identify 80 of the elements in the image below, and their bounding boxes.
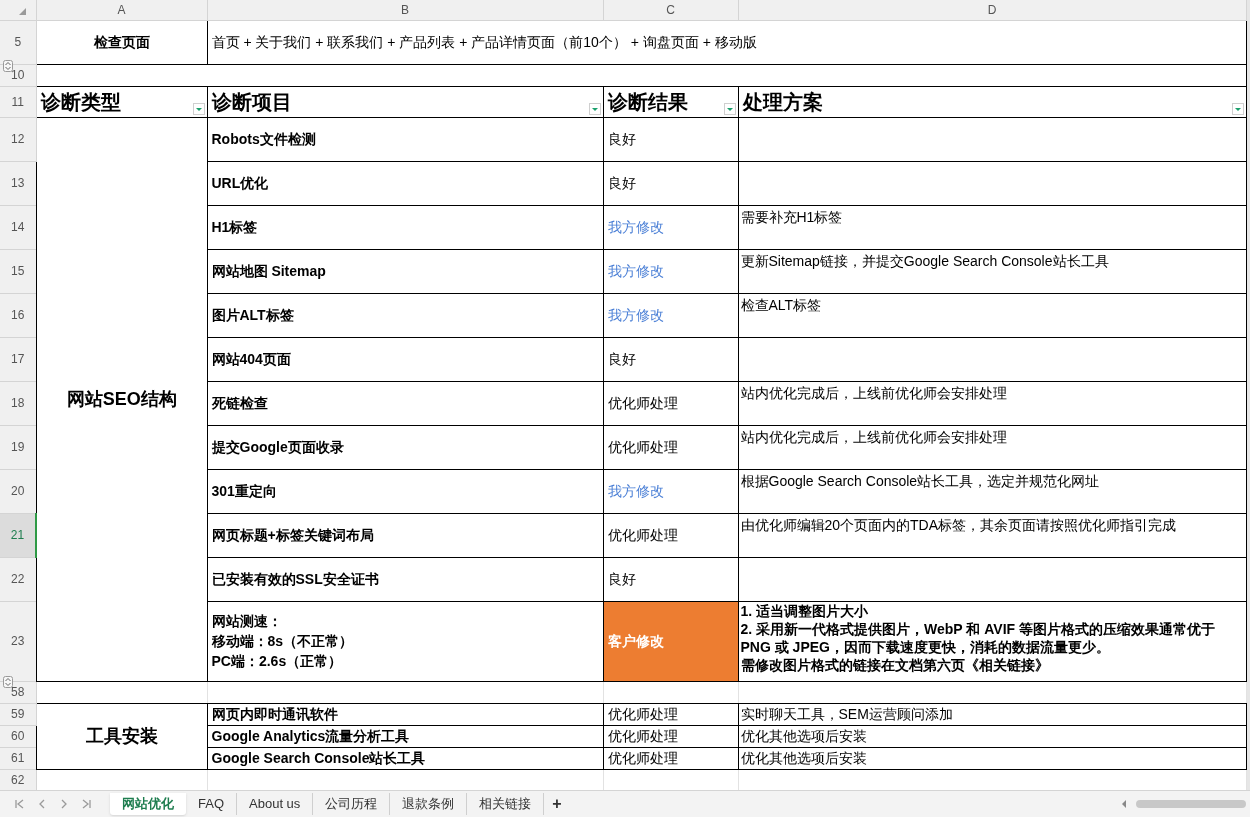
cell-text: 301重定向	[211, 482, 278, 501]
table-cell: 首页 + 关于我们 + 联系我们 + 产品列表 + 产品详情页面（前10个） + 询盘页面 + 移动版	[207, 20, 1246, 64]
cell-text: 站内优化完成后，上线前优化师会安排处理	[740, 383, 1008, 402]
sheet-tab[interactable]: 公司历程	[313, 793, 391, 815]
cell-text: 根据Google Search Console站长工具，选定并规范化网址	[740, 471, 1101, 490]
row-number[interactable]: 13	[0, 161, 36, 205]
cell-text: 图片ALT标签	[211, 306, 295, 325]
cell-text: 提交Google页面收录	[211, 438, 345, 457]
table-cell: 良好	[603, 117, 738, 161]
column-heading: 诊断类型	[40, 90, 121, 113]
cell-text: 死链检查	[211, 394, 269, 413]
cell-text: 检查ALT标签	[740, 295, 823, 314]
table-cell: 优化师处理	[603, 513, 738, 557]
cell-text: 已安装有效的SSL安全证书	[211, 570, 380, 589]
cell-text: 由优化师编辑20个页面内的TDA标签，其余页面请按照优化师指引完成	[740, 515, 1178, 534]
cell-text: 网站测速：	[211, 612, 283, 631]
cell-text: PC端：2.6s（正常）	[211, 652, 344, 671]
table-cell: 我方修改	[603, 249, 738, 293]
sheet-tab[interactable]: About us	[237, 793, 314, 815]
cell-text: 网页内即时通讯软件	[211, 705, 339, 724]
table-cell: 优化师处理	[603, 425, 738, 469]
table-cell: 优化师处理	[603, 381, 738, 425]
add-sheet-button[interactable]: +	[544, 792, 570, 816]
table-cell: 我方修改	[603, 469, 738, 513]
sheet-tab[interactable]: FAQ	[186, 793, 237, 815]
cell-text: Google Analytics流量分析工具	[211, 727, 411, 746]
cell-text: 更新Sitemap链接，并提交Google Search Console站长工具	[740, 251, 1110, 270]
table-cell: 我方修改	[603, 205, 738, 249]
row-number[interactable]: 61	[0, 747, 36, 769]
row-number[interactable]: 14	[0, 205, 36, 249]
row-number[interactable]: 11	[0, 86, 36, 117]
row-number[interactable]: 16	[0, 293, 36, 337]
row-number[interactable]: 62	[0, 769, 36, 791]
column-heading: 处理方案	[742, 90, 823, 113]
sheet-tab[interactable]: 退款条例	[390, 793, 468, 815]
sheet-tab[interactable]: 网站优化	[110, 793, 186, 815]
row-number[interactable]: 19	[0, 425, 36, 469]
cell-text: 需修改图片格式的链接在文档第六页《相关链接》	[740, 655, 1050, 674]
row-number[interactable]: 60	[0, 725, 36, 747]
cell-text: 1. 适当调整图片大小	[740, 601, 870, 620]
row-number[interactable]: 22	[0, 557, 36, 601]
cell-text: Google Search Console站长工具	[211, 749, 427, 768]
column-header[interactable]: C	[603, 0, 738, 20]
row-number[interactable]: 5	[0, 20, 36, 64]
cell-text: 移动端：8s（不正常）	[211, 632, 355, 651]
cell-text: 站内优化完成后，上线前优化师会安排处理	[740, 427, 1008, 446]
table-cell: 优化师处理	[603, 725, 738, 747]
cell-text: URL优化	[211, 174, 270, 193]
cell-text: 需要补充H1标签	[740, 207, 844, 226]
cell-text: 网站404页面	[211, 350, 292, 369]
table-cell: 我方修改	[603, 293, 738, 337]
table-cell: 良好	[603, 161, 738, 205]
table-cell: 优化师处理	[603, 747, 738, 769]
column-header[interactable]: A	[36, 0, 207, 20]
cell-text: 网站地图 Sitemap	[211, 262, 327, 281]
cell-text: Robots文件检测	[211, 130, 317, 149]
table-cell: 客户修改	[603, 601, 738, 681]
cell-text: 2. 采用新一代格式提供图片，WebP 和 AVIF 等图片格式的压缩效果通常优于 PNG 或 JPEG，因而下载速度更快，消耗的数据流量更少。	[740, 619, 1216, 656]
row-number[interactable]: 59	[0, 703, 36, 725]
row-number[interactable]: 17	[0, 337, 36, 381]
column-heading: 诊断项目	[211, 90, 292, 113]
cell-text: 优化其他选项后安装	[740, 727, 868, 745]
cell-text: 优化其他选项后安装	[740, 749, 868, 767]
row-number[interactable]: 15	[0, 249, 36, 293]
cell-text: H1标签	[211, 218, 259, 237]
row-number[interactable]: 18	[0, 381, 36, 425]
column-header[interactable]: B	[207, 0, 603, 20]
table-cell: 良好	[603, 557, 738, 601]
column-heading: 诊断结果	[607, 90, 688, 113]
sheet-tab[interactable]: 相关链接	[467, 793, 545, 815]
row-number[interactable]: 21	[0, 513, 36, 557]
row-number[interactable]: 23	[0, 601, 36, 681]
row-number[interactable]: 12	[0, 117, 36, 161]
row-number[interactable]: 20	[0, 469, 36, 513]
table-cell: 良好	[603, 337, 738, 381]
column-header[interactable]: D	[738, 0, 1246, 20]
table-cell: 优化师处理	[603, 703, 738, 725]
table-cell: 检查页面	[36, 20, 207, 64]
cell-text: 网页标题+标签关键词布局	[211, 526, 375, 545]
cell-text: 实时聊天工具，SEM运营顾问添加	[740, 705, 954, 723]
